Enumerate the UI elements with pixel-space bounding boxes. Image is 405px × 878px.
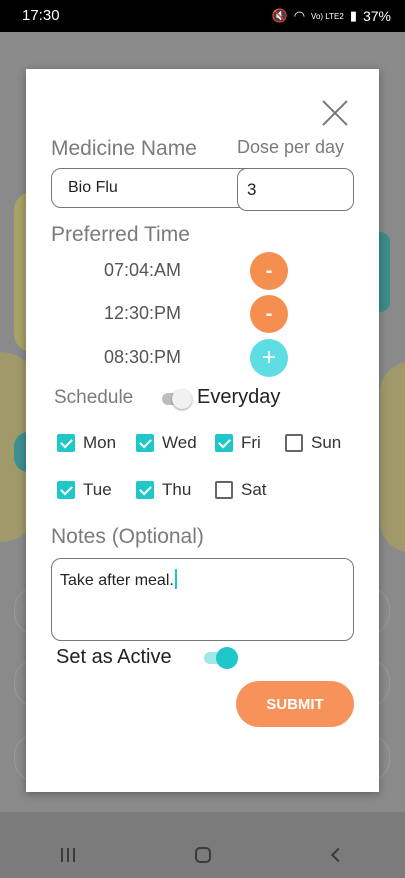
checkbox-checked-icon — [136, 481, 154, 499]
back-icon — [330, 847, 345, 863]
checkbox-checked-icon — [57, 481, 75, 499]
notes-input[interactable]: Take after meal. — [51, 558, 354, 641]
remove-time-button[interactable]: - — [250, 252, 288, 290]
medicine-name-input[interactable]: Bio Flu — [51, 168, 255, 208]
day-label: Sun — [311, 433, 342, 452]
everyday-toggle[interactable] — [162, 389, 194, 409]
add-medicine-dialog: Medicine Name Dose per day Bio Flu 3 Pre… — [26, 69, 379, 792]
schedule-label: Schedule — [54, 387, 134, 408]
active-label: Set as Active — [56, 646, 172, 668]
day-checkbox-fri[interactable]: Fri — [215, 432, 261, 454]
day-label: Fri — [241, 433, 261, 452]
medicine-name-label: Medicine Name — [51, 137, 197, 160]
battery-level: 37% — [362, 8, 391, 24]
preferred-time-label: Preferred Time — [51, 223, 190, 246]
day-label: Wed — [162, 433, 197, 452]
day-label: Sat — [241, 480, 267, 499]
signal-icon: ▮ — [349, 8, 357, 23]
recent-apps-button[interactable] — [38, 840, 98, 870]
time-row: 08:30:PM + — [66, 339, 306, 377]
checkbox-unchecked-icon — [285, 434, 303, 452]
checkbox-checked-icon — [136, 434, 154, 452]
back-button[interactable] — [308, 840, 368, 870]
home-icon — [194, 847, 211, 863]
navigation-bar — [0, 832, 405, 878]
status-bar: 17:30 🔇 ◠ Vo) LTE2 ▮ 37% — [0, 0, 405, 32]
time-value[interactable]: 07:04:AM — [104, 260, 181, 281]
day-label: Tue — [83, 480, 112, 499]
time-row: 07:04:AM - — [66, 252, 306, 290]
status-icons: 🔇 ◠ Vo) LTE2 ▮ 37% — [272, 8, 391, 24]
status-time: 17:30 — [22, 7, 60, 24]
notes-text: Take after meal. — [60, 572, 174, 589]
add-time-button[interactable]: + — [250, 339, 288, 377]
day-checkbox-thu[interactable]: Thu — [136, 479, 191, 501]
recent-apps-icon — [60, 848, 75, 862]
dose-input[interactable]: 3 — [237, 168, 354, 211]
close-icon[interactable] — [321, 99, 349, 127]
day-checkbox-sat[interactable]: Sat — [215, 479, 267, 501]
time-value[interactable]: 08:30:PM — [104, 347, 181, 368]
network-label: Vo) LTE2 — [311, 11, 344, 21]
checkbox-checked-icon — [215, 434, 233, 452]
checkbox-unchecked-icon — [215, 481, 233, 499]
text-cursor — [174, 569, 177, 589]
day-label: Thu — [162, 480, 192, 499]
time-row: 12:30:PM - — [66, 295, 306, 333]
time-value[interactable]: 12:30:PM — [104, 303, 181, 324]
home-button[interactable] — [173, 840, 233, 870]
day-label: Mon — [83, 433, 117, 452]
dose-label: Dose per day — [237, 137, 345, 157]
background-card — [380, 362, 405, 552]
wifi-icon: ◠ — [293, 8, 306, 23]
mute-icon: 🔇 — [271, 8, 288, 23]
day-checkbox-tue[interactable]: Tue — [57, 479, 112, 501]
day-checkbox-wed[interactable]: Wed — [136, 432, 197, 454]
day-checkbox-sun[interactable]: Sun — [285, 432, 341, 454]
remove-time-button[interactable]: - — [250, 295, 288, 333]
day-checkbox-mon[interactable]: Mon — [57, 432, 116, 454]
schedule-value: Everyday — [197, 386, 281, 408]
active-toggle[interactable] — [204, 647, 238, 669]
submit-button[interactable]: SUBMIT — [236, 681, 354, 727]
checkbox-checked-icon — [57, 434, 75, 452]
notes-label: Notes (Optional) — [51, 525, 204, 548]
